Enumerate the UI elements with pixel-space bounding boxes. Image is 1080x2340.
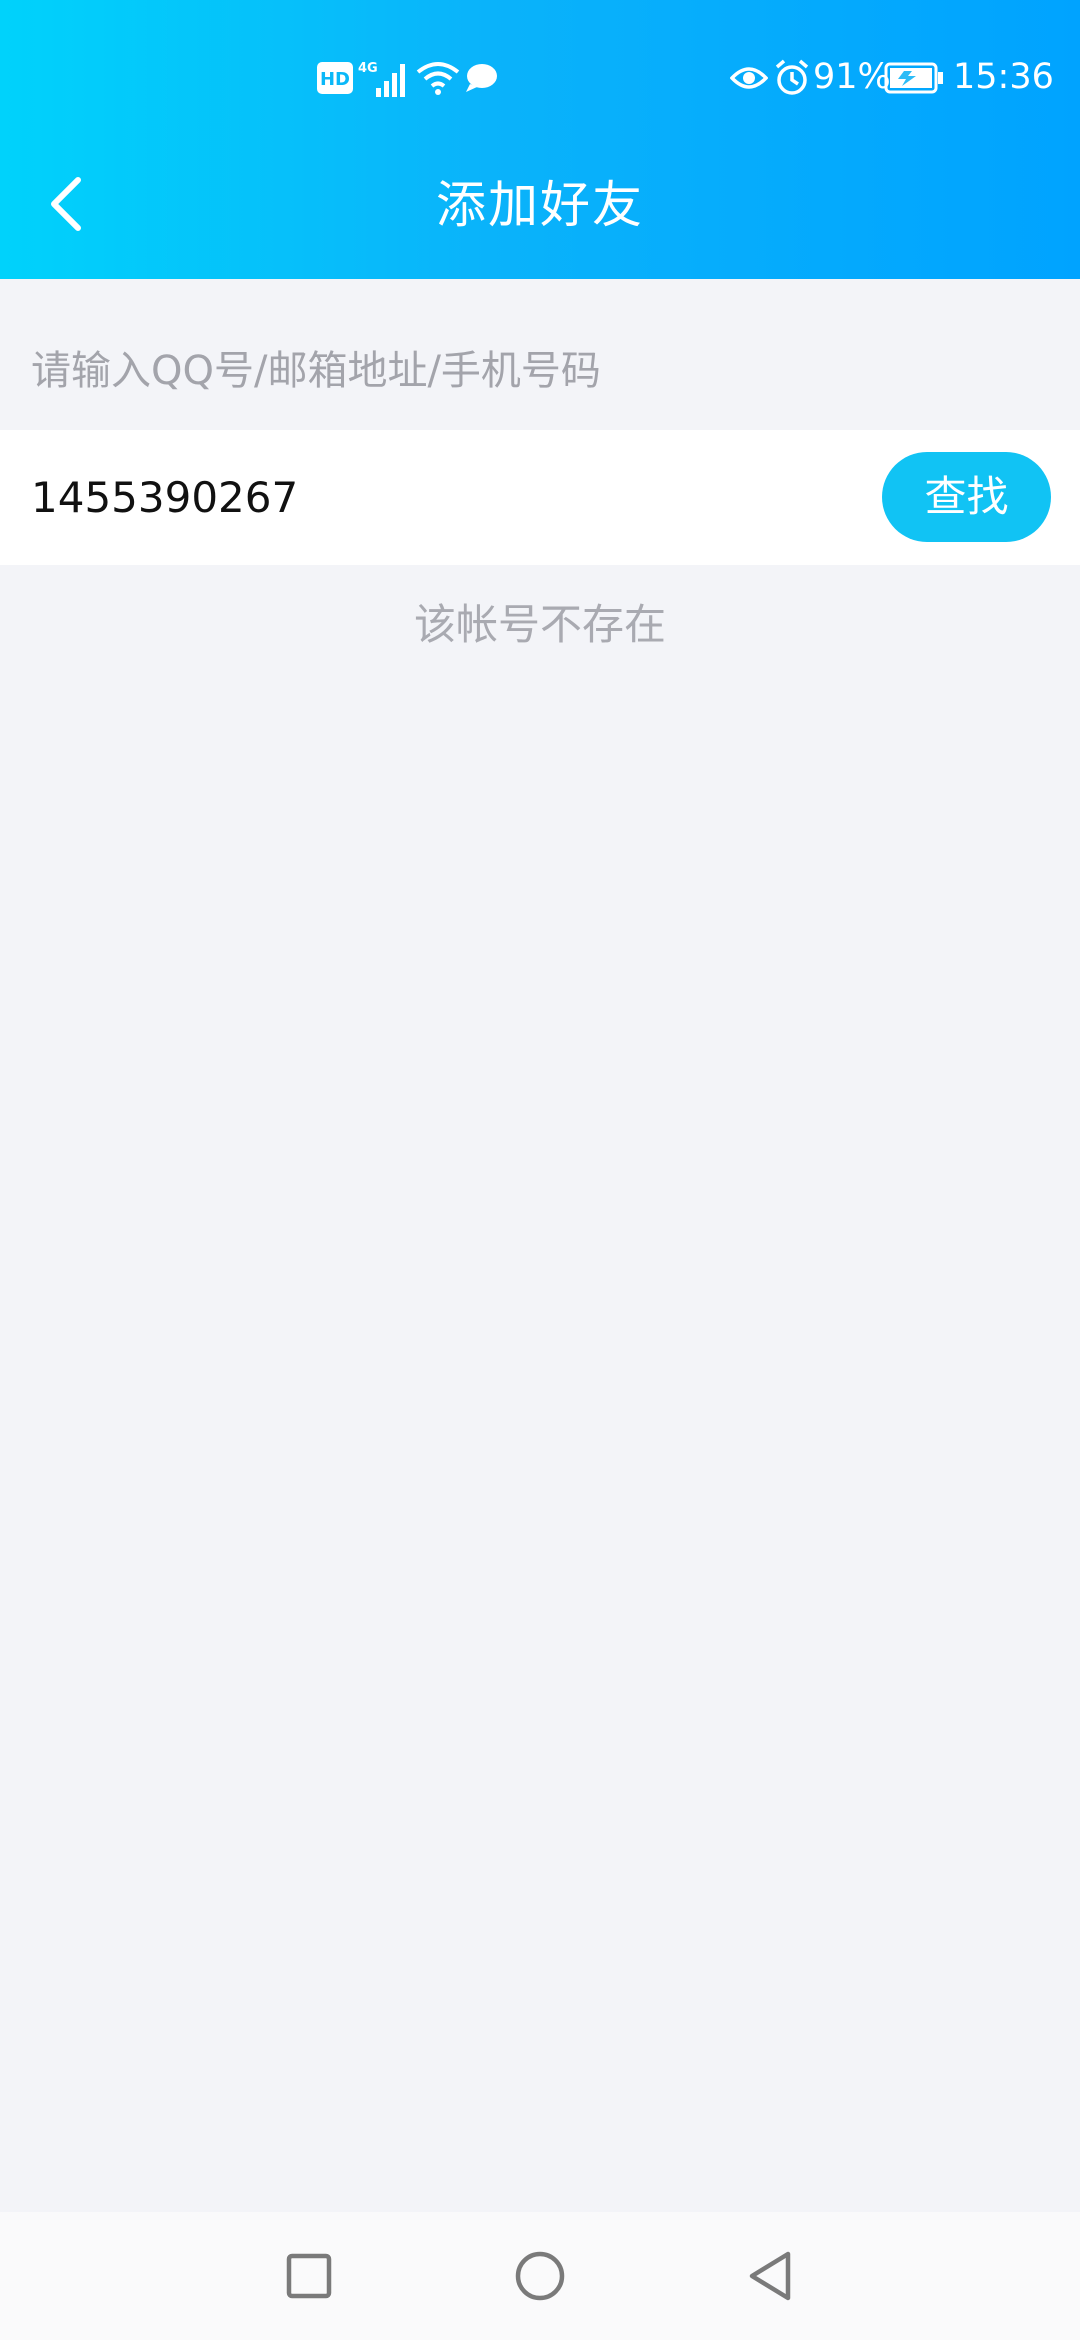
message-icon <box>466 64 497 92</box>
system-nav-bar <box>0 2212 1080 2340</box>
home-icon[interactable] <box>510 2246 570 2306</box>
eye-icon <box>730 67 768 89</box>
battery-charging-icon <box>884 62 943 94</box>
wifi-icon <box>416 62 460 95</box>
search-row: 1455390267 查找 <box>0 430 1080 565</box>
result-message: 该帐号不存在 <box>413 600 666 649</box>
back-triangle-icon[interactable] <box>740 2246 800 2306</box>
hd-label: HD <box>320 69 350 90</box>
battery-percent: 91% <box>813 57 891 97</box>
app-header: HD 4G 91% 15:36 添加好友 <box>0 0 1080 279</box>
network-label: 4G <box>358 61 378 76</box>
recent-apps-icon[interactable] <box>279 2246 339 2306</box>
find-button[interactable]: 查找 <box>882 452 1051 542</box>
status-bar: HD 4G 91% 15:36 <box>0 0 1080 150</box>
alarm-icon <box>775 59 809 95</box>
page-title: 添加好友 <box>436 176 644 234</box>
chevron-left-icon[interactable] <box>36 172 100 236</box>
hd-icon: HD <box>317 62 353 94</box>
search-hint: 请输入QQ号/邮箱地址/手机号码 <box>31 348 601 394</box>
signal-4g-icon: 4G <box>358 61 405 97</box>
nav-bar: 添加好友 <box>0 150 1080 279</box>
search-input[interactable]: 1455390267 <box>31 464 851 532</box>
status-time: 15:36 <box>953 57 1054 97</box>
